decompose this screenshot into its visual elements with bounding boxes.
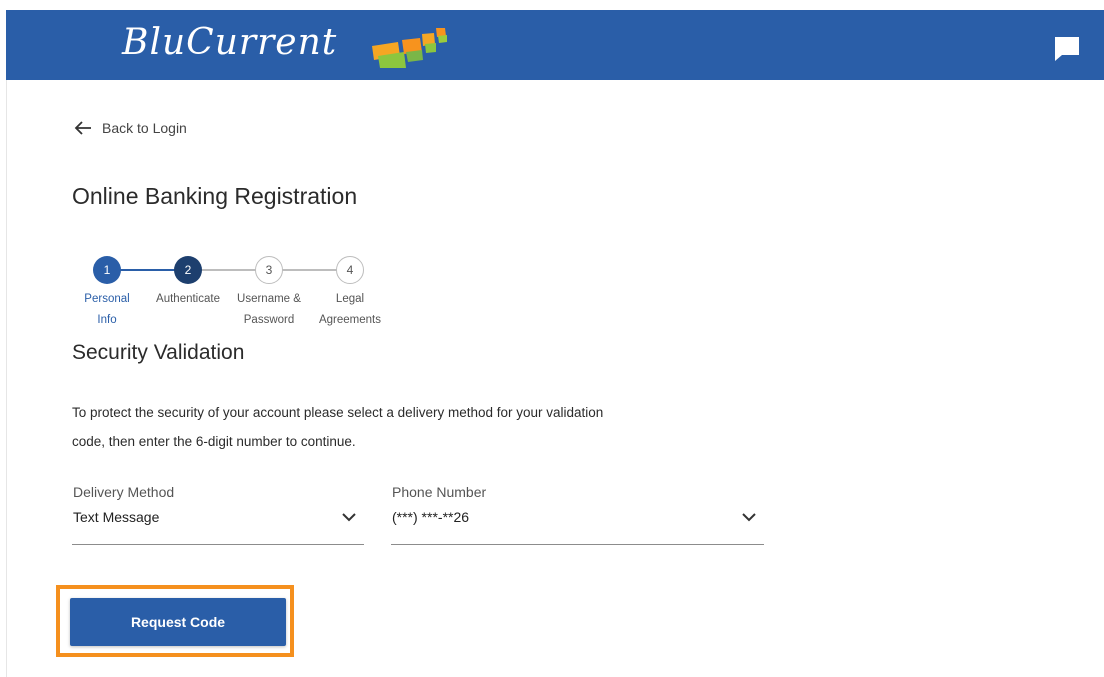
step-label-line2: Password [243, 314, 295, 326]
description-line: To protect the security of your account … [72, 405, 604, 420]
phone-number-label: Phone Number [392, 484, 487, 500]
brand-logo-mark-icon [372, 28, 447, 68]
phone-number-value: (***) ***-**26 [392, 509, 470, 525]
content-divider [6, 80, 7, 677]
page-frame: BluCurrent Back to Login Online Banking … [0, 0, 1104, 677]
delivery-method-label: Delivery Method [73, 484, 175, 500]
header-bar: BluCurrent [6, 10, 1104, 80]
step-number-badge: 1 [93, 256, 121, 284]
step-legal-agreements: 4 Legal Agreements [305, 254, 395, 331]
chat-bubble-icon [1055, 37, 1079, 61]
step-authenticate: 2 Authenticate [143, 254, 233, 310]
chevron-down-icon [342, 513, 356, 522]
description-line: code, then enter the 6-digit number to c… [72, 434, 356, 449]
back-link-label: Back to Login [102, 120, 187, 136]
delivery-method-value: Text Message [73, 509, 160, 525]
back-to-login-link[interactable]: Back to Login [74, 120, 187, 136]
step-number-badge: 2 [174, 256, 202, 284]
page-title: Online Banking Registration [72, 183, 358, 209]
registration-stepper: 1 Personal Info 2 Authenticate 3 Usernam… [76, 254, 396, 334]
request-code-button[interactable]: Request Code [70, 598, 286, 646]
step-number-badge: 4 [336, 256, 364, 284]
chat-button[interactable] [1050, 32, 1084, 66]
section-title: Security Validation [72, 341, 245, 364]
arrow-left-icon [74, 121, 91, 135]
brand-logo-text: BluCurrent [122, 22, 338, 63]
chevron-down-icon [742, 513, 756, 522]
security-description: To protect the security of your account … [72, 398, 712, 456]
step-label: Username & Password [224, 289, 314, 331]
step-label-line2: Info [97, 314, 117, 326]
step-username-password: 3 Username & Password [224, 254, 314, 331]
step-label: Legal Agreements [305, 289, 395, 331]
step-personal-info: 1 Personal Info [62, 254, 152, 331]
step-number-badge: 3 [255, 256, 283, 284]
step-label-line1: Username & [237, 293, 301, 305]
step-label: Personal Info [62, 289, 152, 331]
step-label-line1: Authenticate [156, 293, 220, 305]
phone-number-select[interactable]: Phone Number (***) ***-**26 [391, 484, 764, 545]
step-label-line1: Personal [84, 293, 130, 305]
step-label-line2: Agreements [318, 314, 381, 326]
delivery-method-select[interactable]: Delivery Method Text Message [72, 484, 364, 545]
step-label-line1: Legal [335, 293, 365, 305]
step-label: Authenticate [143, 289, 233, 310]
